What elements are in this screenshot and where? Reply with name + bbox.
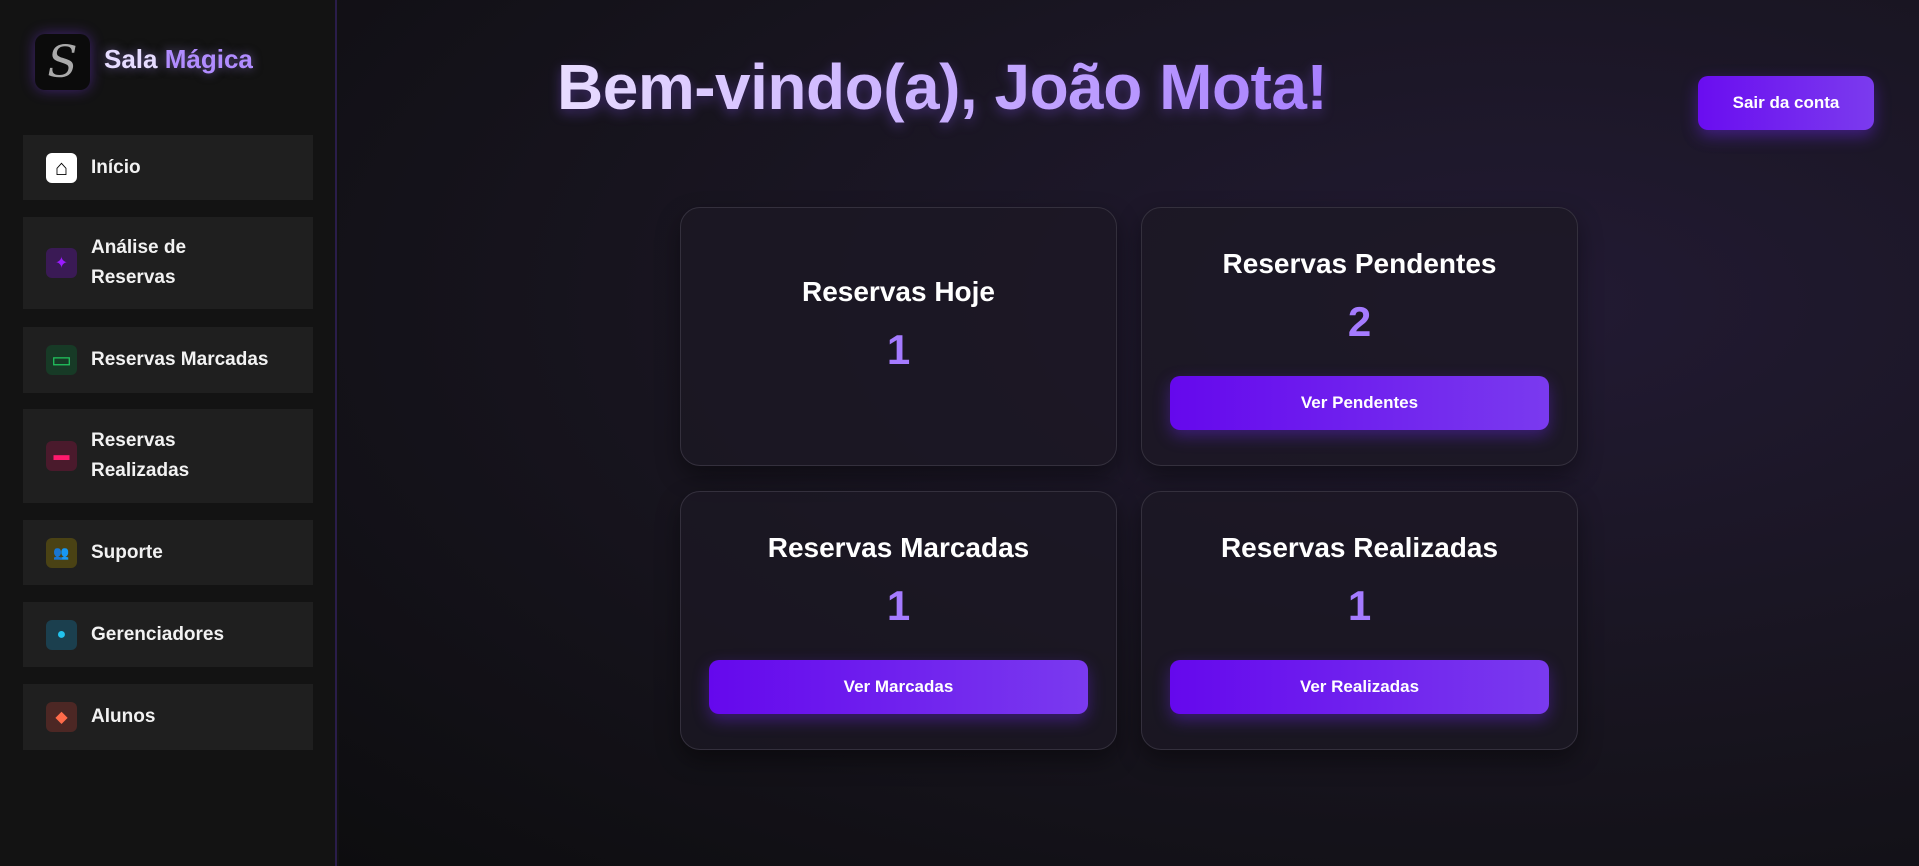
sidebar-item-label: Alunos bbox=[91, 706, 156, 727]
calendar-icon: ▭ bbox=[46, 345, 77, 375]
logo-icon: S bbox=[35, 34, 90, 90]
sidebar-item-realizadas[interactable]: ▬ Reservas Realizadas bbox=[23, 409, 313, 503]
card-reservas-pendentes: Reservas Pendentes 2 Ver Pendentes bbox=[1141, 207, 1578, 466]
ver-pendentes-button[interactable]: Ver Pendentes bbox=[1170, 376, 1549, 430]
main-content: Bem-vindo(a), João Mota! Sair da conta R… bbox=[339, 0, 1919, 866]
tag-icon: ◆ bbox=[46, 702, 77, 732]
sidebar-item-gerenciadores[interactable]: ● Gerenciadores bbox=[23, 602, 313, 667]
logout-button[interactable]: Sair da conta bbox=[1698, 76, 1874, 130]
sidebar-item-label: Análise de Reservas bbox=[91, 237, 187, 288]
card-title: Reservas Marcadas bbox=[767, 532, 1030, 563]
sidebar-item-analise[interactable]: ✦ Análise de Reservas bbox=[23, 217, 313, 309]
card-title: Reservas Realizadas bbox=[1220, 532, 1499, 563]
card-value: 1 bbox=[1347, 582, 1372, 629]
presentation-icon: ▬ bbox=[46, 441, 77, 471]
card-title: Reservas Pendentes bbox=[1222, 248, 1497, 279]
users-icon: 👥 bbox=[46, 537, 77, 568]
brand-part1: Sala bbox=[104, 44, 165, 74]
card-value: 1 bbox=[886, 326, 911, 373]
ver-marcadas-button[interactable]: Ver Marcadas bbox=[709, 660, 1088, 714]
user-icon: ● bbox=[46, 619, 77, 650]
sidebar-item-label: Suporte bbox=[91, 541, 163, 563]
sparkles-icon: ✦ bbox=[46, 248, 77, 278]
sidebar-item-alunos[interactable]: ◆ Alunos bbox=[23, 684, 313, 750]
sidebar-item-label: Reservas Realizadas bbox=[91, 430, 190, 481]
sidebar-item-label: Início bbox=[91, 156, 141, 178]
sidebar-item-label: Gerenciadores bbox=[91, 623, 225, 645]
sidebar-item-marcadas[interactable]: ▭ Reservas Marcadas bbox=[23, 327, 313, 393]
page-title: Bem-vindo(a), João Mota! bbox=[557, 51, 1328, 123]
brand-title: Sala Mágica bbox=[104, 44, 253, 75]
sidebar-item-suporte[interactable]: 👥 Suporte bbox=[23, 520, 313, 585]
home-icon: ⌂ bbox=[46, 152, 77, 183]
sidebar-item-label: Reservas Marcadas bbox=[91, 349, 269, 370]
card-reservas-hoje: Reservas Hoje 1 bbox=[680, 207, 1117, 466]
brand-part2: Mágica bbox=[164, 44, 253, 74]
sidebar: S Sala Mágica ⌂ Início ✦ Análise de Rese… bbox=[0, 0, 337, 866]
sidebar-item-inicio[interactable]: ⌂ Início bbox=[23, 135, 313, 200]
card-title: Reservas Hoje bbox=[801, 276, 995, 307]
card-reservas-marcadas: Reservas Marcadas 1 Ver Marcadas bbox=[680, 491, 1117, 750]
ver-realizadas-button[interactable]: Ver Realizadas bbox=[1170, 660, 1549, 714]
card-reservas-realizadas: Reservas Realizadas 1 Ver Realizadas bbox=[1141, 491, 1578, 750]
card-value: 1 bbox=[886, 582, 911, 629]
card-value: 2 bbox=[1347, 298, 1372, 345]
